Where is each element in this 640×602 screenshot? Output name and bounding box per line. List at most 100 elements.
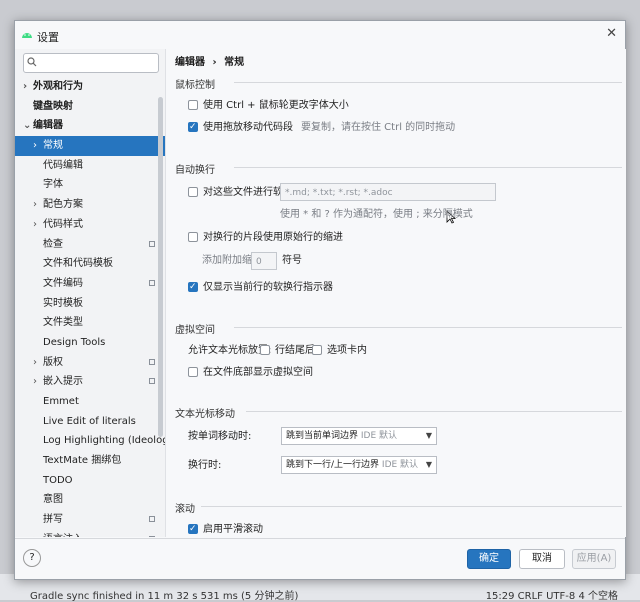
after-line-end-label: 行结尾后 (275, 345, 315, 356)
line-break-label: 换行时: (188, 460, 222, 471)
drag-drop-checkbox[interactable] (188, 120, 198, 134)
sidebar-item-label: TextMate 捆绑包 (43, 455, 122, 467)
settings-content: 编辑器 › 常规 鼠标控制 使用 Ctrl + 鼠标轮更改字体大小 使用拖放移动… (165, 49, 626, 537)
sidebar-item[interactable]: › 代码样式 (15, 215, 165, 235)
original-indent-checkbox[interactable] (188, 232, 198, 242)
sidebar-item[interactable]: 意图 (15, 490, 165, 510)
chevron-right-icon[interactable]: › (23, 77, 27, 97)
breadcrumb-parent[interactable]: 编辑器 (175, 57, 205, 68)
line-break-dropdown[interactable]: 跳到下一行/上一行边界 IDE 默认 ▼ (281, 456, 437, 474)
chevron-down-icon: ▼ (425, 460, 432, 469)
chevron-right-icon[interactable]: › (33, 136, 37, 156)
sidebar-item[interactable]: Emmet (15, 392, 165, 412)
help-button[interactable]: ? (23, 549, 41, 567)
sidebar-item[interactable]: TextMate 捆绑包 (15, 451, 165, 471)
divider (234, 82, 622, 83)
sidebar-item[interactable]: › 语言注入 (15, 530, 165, 537)
sidebar-item-label: 键盘映射 (33, 100, 73, 112)
search-field[interactable] (23, 53, 159, 73)
sidebar-item-label: TODO (43, 474, 73, 486)
virtual-space-end-checkbox[interactable] (188, 367, 198, 377)
chevron-right-icon[interactable]: › (33, 372, 37, 392)
sidebar-item[interactable]: 代码编辑 (15, 156, 165, 176)
sidebar-item-label: 文件和代码模板 (43, 258, 113, 270)
sidebar-item[interactable]: › 常规 (15, 136, 165, 156)
title-bar: 设置 ✕ (15, 21, 625, 49)
sidebar-item[interactable]: 拼写 (15, 510, 165, 530)
sidebar-item[interactable]: Live Edit of literals (15, 412, 165, 432)
sidebar-item[interactable]: Design Tools (15, 333, 165, 353)
softwrap-files-checkbox[interactable] (188, 187, 198, 197)
window-title: 设置 (37, 31, 59, 44)
sidebar-item[interactable]: 字体 (15, 175, 165, 195)
sidebar-item-label: 配色方案 (43, 199, 83, 211)
breadcrumb: 编辑器 › 常规 (175, 53, 244, 68)
sidebar-item-label: 语言注入 (43, 530, 83, 537)
original-indent-label: 对换行的片段使用原始行的缩进 (203, 232, 343, 243)
sidebar-item-label: 拼写 (43, 514, 63, 526)
word-move-label: 按单词移动时: (188, 431, 252, 442)
ctrl-wheel-label: 使用 Ctrl + 鼠标轮更改字体大小 (203, 100, 349, 111)
sidebar-item-label: Live Edit of literals (43, 415, 136, 427)
inside-tabs-checkbox[interactable] (312, 345, 322, 355)
sidebar-item[interactable]: 检查 (15, 235, 165, 255)
word-move-dropdown[interactable]: 跳到当前单词边界 IDE 默认 ▼ (281, 427, 437, 445)
section-title-scroll: 滚动 (175, 504, 195, 515)
after-line-end-checkbox[interactable] (260, 345, 270, 355)
sidebar-item[interactable]: › 版权 (15, 353, 165, 373)
current-line-indicator-label: 仅显示当前行的软换行指示器 (203, 282, 333, 293)
search-input[interactable] (40, 55, 152, 69)
sidebar-item-label: 编辑器 (33, 120, 63, 132)
smooth-scroll-checkbox[interactable] (188, 522, 198, 536)
sidebar-item-label: 意图 (43, 494, 63, 506)
project-level-icon (149, 358, 155, 365)
chevron-right-icon[interactable]: › (33, 215, 37, 235)
softwrap-patterns-input[interactable]: *.md; *.txt; *.rst; *.adoc (280, 183, 496, 201)
apply-button[interactable]: 应用(A) (572, 549, 616, 569)
chevron-down-icon[interactable]: ⌄ (23, 116, 31, 136)
virtual-space-end-label: 在文件底部显示虚拟空间 (203, 367, 313, 378)
sidebar-item[interactable]: 文件编码 (15, 274, 165, 294)
sidebar-item[interactable]: › 配色方案 (15, 195, 165, 215)
chevron-down-icon: ▼ (425, 431, 432, 440)
sidebar-item[interactable]: 实时模板 (15, 294, 165, 314)
drag-drop-label: 使用拖放移动代码段 要复制，请在按住 Ctrl 的同时拖动 (203, 122, 456, 133)
project-level-icon (149, 279, 155, 286)
sidebar-item-label: Emmet (43, 396, 79, 407)
section-title-softwrap: 自动换行 (175, 165, 215, 176)
sidebar-item[interactable]: TODO (15, 471, 165, 491)
inside-tabs-label: 选项卡内 (327, 345, 367, 356)
close-icon[interactable]: ✕ (606, 26, 617, 41)
extra-indent-input[interactable]: 0 (251, 252, 277, 270)
sidebar-scrollbar[interactable] (158, 97, 163, 437)
ctrl-wheel-checkbox[interactable] (188, 100, 198, 110)
sidebar-item[interactable]: 文件类型 (15, 313, 165, 333)
breadcrumb-separator: › (212, 57, 217, 68)
sidebar-item-label: 代码样式 (43, 218, 83, 230)
sidebar-item[interactable]: 文件和代码模板 (15, 254, 165, 274)
cancel-button[interactable]: 取消 (519, 549, 565, 569)
sidebar-item[interactable]: › 嵌入提示 (15, 372, 165, 392)
sidebar-item[interactable]: 键盘映射 (15, 97, 165, 117)
project-level-icon (149, 240, 155, 247)
caret-placement-label: 允许文本光标放置: (188, 345, 272, 356)
ok-button[interactable]: 确定 (467, 549, 511, 569)
section-title-virtual: 虚拟空间 (175, 325, 215, 336)
current-line-indicator-checkbox[interactable] (188, 280, 198, 294)
dialog-footer: ? 确定 取消 应用(A) (15, 538, 625, 579)
smooth-scroll-label: 启用平滑滚动 (203, 524, 263, 535)
sidebar-item[interactable]: ⌄ 编辑器 (15, 116, 165, 136)
chevron-right-icon[interactable]: › (33, 353, 37, 373)
sidebar-item-label: 嵌入提示 (43, 376, 83, 388)
sidebar-item-label: Design Tools (43, 336, 106, 348)
divider (201, 506, 622, 507)
sidebar-item[interactable]: Log Highlighting (Ideolog) (15, 431, 165, 451)
sidebar-item-label: 版权 (43, 356, 63, 368)
chevron-right-icon[interactable]: › (33, 530, 37, 537)
sidebar-item[interactable]: › 外观和行为 (15, 77, 165, 97)
sidebar-item-label: 实时模板 (43, 297, 83, 309)
section-title-caret: 文本光标移动 (175, 409, 235, 420)
chevron-right-icon[interactable]: › (33, 195, 37, 215)
sidebar-item-label: 字体 (43, 179, 63, 191)
softwrap-hint: 使用 * 和 ? 作为通配符，使用 ; 来分隔模式 (280, 209, 473, 220)
